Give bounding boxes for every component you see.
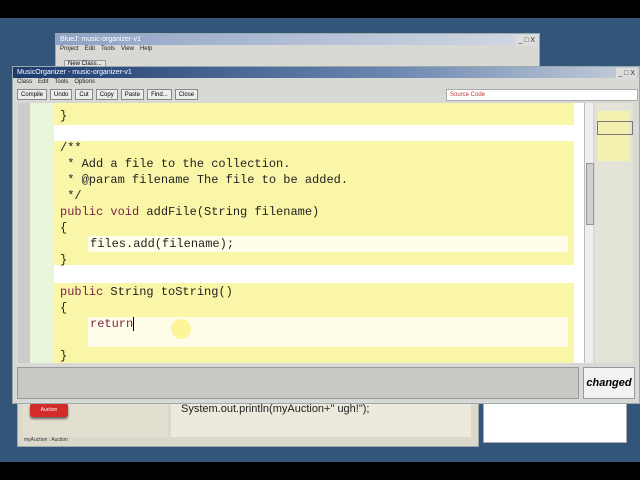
navi-view[interactable] <box>595 103 633 363</box>
undo-button[interactable]: Undo <box>50 89 73 100</box>
line-gutter <box>18 103 30 363</box>
find-button[interactable]: Find... <box>147 89 172 100</box>
vertical-scrollbar[interactable] <box>584 103 594 363</box>
code-line-cursor: return <box>90 317 135 331</box>
editor-menu-bar: Class Edit Tools Options <box>13 78 639 87</box>
code-text: String toString() <box>110 285 233 299</box>
editor-title: MusicOrganizer - music-organizer-v1 <box>17 69 132 76</box>
toolbar: Compile Undo Cut Copy Paste Find... Clos… <box>17 89 199 100</box>
cut-button[interactable]: Cut <box>75 89 93 100</box>
menu-tools[interactable]: Tools <box>54 79 68 85</box>
paste-button[interactable]: Paste <box>120 89 145 100</box>
code-line: files.add(filename); <box>90 237 235 251</box>
title-bar: BlueJ: music-organizer-v1 _ □ X <box>56 34 539 46</box>
menu-tools[interactable]: Tools <box>101 46 115 52</box>
method-block <box>54 103 574 125</box>
copy-button[interactable]: Copy <box>95 89 118 100</box>
code-pad-line: System.out.println(myAuction+" ugh!"); <box>181 403 370 415</box>
navi-block <box>598 111 630 161</box>
menu-project[interactable]: Project <box>60 46 79 52</box>
menu-bar: Project Edit Tools View Help <box>56 45 539 54</box>
keyword: public void <box>60 205 147 219</box>
code-line: * @param filename The file to be added. <box>60 173 349 187</box>
object-label: myAuction : Auction <box>24 437 68 443</box>
status-bar <box>17 367 579 399</box>
editor-window-controls[interactable]: _ □ X <box>616 68 637 79</box>
method-body <box>88 317 568 347</box>
keyword: public <box>60 285 111 299</box>
code-line: /** <box>60 141 82 155</box>
close-button[interactable]: Close <box>174 89 199 100</box>
menu-edit[interactable]: Edit <box>38 79 48 85</box>
menu-edit[interactable]: Edit <box>85 46 95 52</box>
code-line: } <box>60 253 68 267</box>
editor-title-bar: MusicOrganizer - music-organizer-v1 _ □ X <box>13 67 639 79</box>
menu-class[interactable]: Class <box>17 79 32 85</box>
code-editor[interactable]: } /** * Add a file to the collection. * … <box>18 103 584 363</box>
code-line: } <box>60 349 68 363</box>
mouse-pointer-highlight <box>171 319 191 339</box>
code-line: */ <box>60 189 82 203</box>
compile-button[interactable]: Compile <box>17 89 48 100</box>
menu-options[interactable]: Options <box>74 79 95 85</box>
view-select[interactable]: Source Code <box>446 89 638 101</box>
bluej-lower-area: Auction myAuction : Auction System.out.p… <box>17 398 479 447</box>
navi-viewport[interactable] <box>597 121 633 135</box>
editor-window: MusicOrganizer - music-organizer-v1 _ □ X… <box>12 66 640 404</box>
code-line: } <box>60 109 68 123</box>
terminal-panel <box>483 398 627 443</box>
window-controls[interactable]: _ □ X <box>516 35 537 46</box>
menu-view[interactable]: View <box>121 46 134 52</box>
code-line: { <box>60 301 68 315</box>
code-pad[interactable]: System.out.println(myAuction+" ugh!"); <box>171 399 471 437</box>
window-title: BlueJ: music-organizer-v1 <box>60 36 141 43</box>
code-line: * Add a file to the collection. <box>60 157 291 171</box>
code-text: addFile(String filename) <box>146 205 320 219</box>
class-margin <box>30 103 54 363</box>
changed-indicator: changed <box>583 367 635 399</box>
code-line: { <box>60 221 68 235</box>
object-auction-button[interactable]: Auction <box>30 403 68 417</box>
menu-help[interactable]: Help <box>140 46 152 52</box>
scrollbar-thumb[interactable] <box>586 163 594 225</box>
